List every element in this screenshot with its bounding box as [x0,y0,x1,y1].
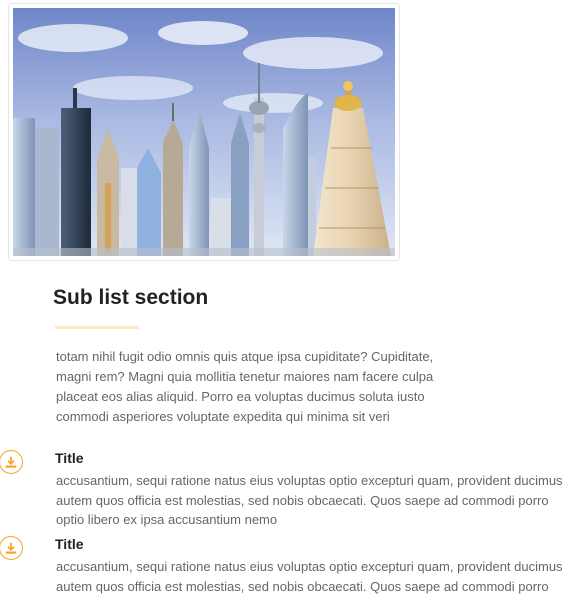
section-intro: totam nihil fugit odio omnis quis atque … [56,349,434,424]
city-skyline-image [13,8,395,256]
item-text: accusantium, sequi ratione natus eius vo… [56,473,563,527]
item-title: Title [55,536,84,552]
item-title: Title [55,450,84,466]
title-underline [55,326,139,329]
hero-image-card [8,3,400,261]
download-icon[interactable] [0,450,23,474]
item-text: accusantium, sequi ratione natus eius vo… [56,559,563,594]
download-icon[interactable] [0,536,23,560]
section-title: Sub list section [53,286,209,309]
